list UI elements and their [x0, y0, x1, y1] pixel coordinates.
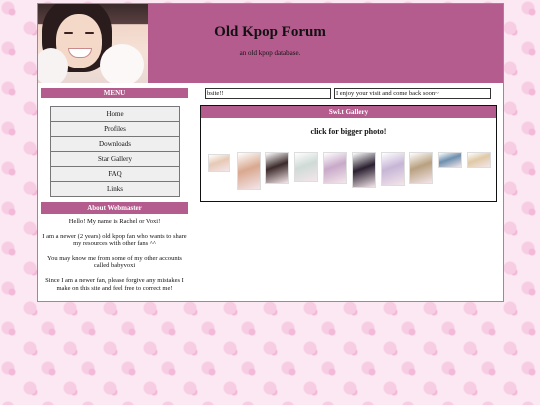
gallery-thumbnail[interactable] [438, 152, 462, 168]
gallery-heading: Swi.t Gallery [201, 106, 496, 118]
menu-item-links[interactable]: Links [51, 182, 179, 196]
header-photo [38, 4, 148, 83]
menu-item-home[interactable]: Home [51, 107, 179, 122]
gallery-thumbnail[interactable] [467, 152, 491, 168]
scrolling-text-left: bsite!! [205, 88, 331, 99]
site-header: Old Kpop Forum an old kpop database. [38, 4, 503, 83]
menu-item-profiles[interactable]: Profiles [51, 122, 179, 137]
about-paragraph: Hello! My name is Rachel or Voxi! [68, 218, 161, 225]
gallery-thumbnail[interactable] [237, 152, 261, 190]
about-paragraph: I am a newer (2 years) old kpop fan who … [42, 232, 187, 248]
scrolling-text-right: I enjoy your visit and come back soon~ [334, 88, 491, 99]
about-text: Hello! My name is Rachel or Voxi! I am a… [41, 218, 188, 299]
menu-item-downloads[interactable]: Downloads [51, 137, 179, 152]
gallery-thumbnail[interactable] [265, 152, 289, 184]
gallery-box: Swi.t Gallery click for bigger photo! [200, 105, 497, 202]
page-container: Old Kpop Forum an old kpop database. MEN… [37, 3, 504, 302]
gallery-thumbnail[interactable] [323, 152, 347, 184]
gallery-thumbnail[interactable] [409, 152, 433, 184]
about-paragraph: Since I am a newer fan, please forgive a… [45, 276, 184, 292]
menu-item-star-gallery[interactable]: Star Gallery [51, 152, 179, 167]
about-paragraph: You may know me from some of my other ac… [47, 254, 182, 270]
gallery-thumbnail[interactable] [208, 154, 230, 172]
menu-item-faq[interactable]: FAQ [51, 167, 179, 182]
gallery-caption: click for bigger photo! [310, 127, 387, 136]
menu-heading: MENU [41, 88, 188, 98]
site-subtitle: an old kpop database. [239, 49, 301, 57]
gallery-thumbnail[interactable] [294, 152, 318, 182]
gallery-thumbnail[interactable] [381, 152, 405, 186]
main-menu: Home Profiles Downloads Star Gallery FAQ… [50, 106, 180, 197]
gallery-thumbnail[interactable] [352, 152, 376, 188]
about-heading: About Webmaster [41, 202, 188, 214]
site-title: Old Kpop Forum [214, 24, 326, 40]
